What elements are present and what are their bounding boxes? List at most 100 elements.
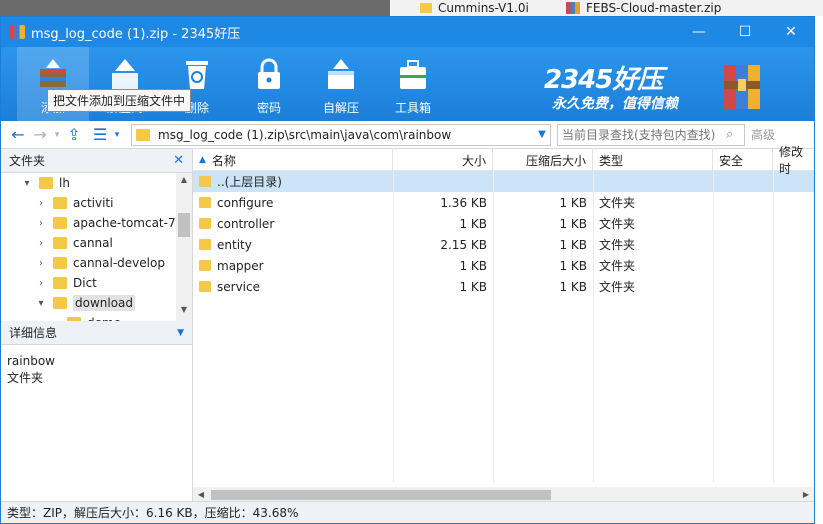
tree-item-label: cannal-develop: [73, 256, 165, 270]
forward-dropdown-icon[interactable]: ▾: [51, 124, 63, 146]
expand-icon[interactable]: ›: [35, 258, 47, 269]
tree-item-lh[interactable]: ▾ lh: [21, 173, 192, 193]
self-extract-button[interactable]: 自解压: [305, 47, 377, 121]
view-list-icon[interactable]: ☰: [89, 124, 111, 146]
title-bar[interactable]: msg_log_code (1).zip - 2345好压 — ☐ ✕: [1, 17, 814, 47]
cell-name: entity: [217, 237, 252, 252]
brand-name: 2345好压: [544, 65, 663, 95]
background-folder-label: Cummins-V1.0i: [438, 1, 529, 15]
toolbox-button[interactable]: 工具箱: [377, 47, 449, 121]
folder-icon: [420, 3, 432, 13]
minimize-button[interactable]: —: [676, 17, 722, 47]
expand-icon[interactable]: ›: [35, 198, 47, 209]
address-path: msg_log_code (1).zip\src\main\java\com\r…: [158, 127, 452, 142]
cell-name: configure: [217, 195, 274, 210]
tree-scrollbar-thumb[interactable]: [178, 213, 190, 237]
address-dropdown-icon[interactable]: ▼: [534, 129, 550, 140]
back-arrow-icon[interactable]: ←: [7, 124, 29, 146]
view-dropdown-icon[interactable]: ▾: [111, 124, 123, 146]
toolbox-label: 工具箱: [394, 101, 431, 115]
expand-icon[interactable]: ›: [35, 238, 47, 249]
folder-icon: [53, 277, 67, 289]
background-zip-item[interactable]: FEBS-Cloud-master.zip: [566, 0, 721, 16]
tree-item-download[interactable]: ▾ download: [35, 293, 192, 313]
brand-banner: 2345好压 永久免费，值得信赖: [544, 55, 764, 115]
table-row[interactable]: service 1 KB 1 KB 文件夹: [193, 276, 814, 297]
extract-to-icon: [108, 57, 142, 91]
add-tooltip: 把文件添加到压缩文件中: [47, 89, 192, 112]
column-modified[interactable]: 修改时: [773, 145, 813, 176]
self-extract-icon: [324, 57, 358, 91]
forward-arrow-icon[interactable]: →: [29, 124, 51, 146]
collapse-icon[interactable]: ▾: [21, 178, 33, 189]
tree-item-label: cannal: [73, 236, 113, 250]
tree-item-label: Dict: [73, 276, 97, 290]
folder-icon: [53, 237, 67, 249]
tree-item-demo[interactable]: › demo: [49, 313, 192, 321]
password-button[interactable]: 密码: [233, 47, 305, 121]
zip-archive-icon: [566, 2, 580, 14]
folder-icon: [53, 217, 67, 229]
tree-item-apache-tomcat[interactable]: › apache-tomcat-7.: [35, 213, 192, 233]
expand-icon[interactable]: ›: [35, 218, 47, 229]
column-name[interactable]: ▲ 名称: [193, 149, 393, 171]
cell-size: 1 KB: [459, 258, 487, 273]
horizontal-scrollbar-thumb[interactable]: [211, 490, 551, 500]
cell-type: 文件夹: [599, 259, 636, 273]
up-folder-icon[interactable]: ⇪: [63, 124, 85, 146]
cell-compressed-size: 1 KB: [559, 237, 587, 252]
column-name-label: 名称: [211, 153, 236, 168]
details-type: 文件夹: [7, 371, 44, 385]
tree-item-label: activiti: [73, 196, 114, 210]
table-row[interactable]: entity 2.15 KB 1 KB 文件夹: [193, 234, 814, 255]
folder-icon: [39, 177, 53, 189]
expand-icon[interactable]: ›: [35, 278, 47, 289]
close-button[interactable]: ✕: [768, 17, 814, 47]
tree-scrollbar[interactable]: ▲ ▼: [176, 173, 192, 321]
cell-size: 1.36 KB: [440, 195, 487, 210]
search-input[interactable]: [562, 127, 726, 142]
scroll-up-icon[interactable]: ▲: [176, 175, 192, 189]
cell-compressed-size: 1 KB: [559, 279, 587, 294]
cell-size: 2.15 KB: [440, 237, 487, 252]
column-size[interactable]: 大小: [393, 149, 493, 171]
tree-item-dict[interactable]: › Dict: [35, 273, 192, 293]
tree-item-label: lh: [59, 176, 70, 190]
table-row[interactable]: controller 1 KB 1 KB 文件夹: [193, 213, 814, 234]
scroll-down-icon[interactable]: ▼: [176, 305, 192, 319]
cell-size: 1 KB: [459, 216, 487, 231]
table-row[interactable]: configure 1.36 KB 1 KB 文件夹: [193, 192, 814, 213]
folder-tree: ▾ lh › activiti › apache-tomcat-7. › can…: [1, 173, 192, 321]
tree-item-cannal-develop[interactable]: › cannal-develop: [35, 253, 192, 273]
background-folder-item[interactable]: Cummins-V1.0i: [420, 0, 529, 16]
advanced-search-link[interactable]: 高级: [751, 126, 775, 143]
column-type[interactable]: 类型: [593, 149, 713, 171]
search-icon[interactable]: ⌕: [726, 127, 744, 142]
tree-item-cannal[interactable]: › cannal: [35, 233, 192, 253]
window-title: msg_log_code (1).zip - 2345好压: [31, 26, 241, 42]
column-compressed-size[interactable]: 压缩后大小: [493, 149, 593, 171]
parent-directory-row[interactable]: ..(上层目录): [193, 171, 814, 192]
tree-item-activiti[interactable]: › activiti: [35, 193, 192, 213]
collapse-icon[interactable]: ▾: [35, 298, 47, 309]
cell-name: controller: [217, 216, 275, 231]
close-panel-icon[interactable]: ✕: [173, 153, 184, 168]
brand-slogan: 永久免费，值得信赖: [552, 96, 678, 112]
folder-icon: [199, 260, 211, 271]
column-security[interactable]: 安全: [713, 149, 773, 171]
folder-icon: [199, 218, 211, 229]
folder-icon: [199, 239, 211, 250]
search-box[interactable]: ⌕: [557, 123, 745, 146]
tree-item-label: download: [73, 295, 136, 311]
cell-name: mapper: [217, 258, 264, 273]
expand-icon[interactable]: ›: [49, 318, 61, 322]
lock-icon: [252, 57, 286, 91]
file-list-pane: ▲ 名称 大小 压缩后大小 类型 安全 修改时 ..(上层目录) configu…: [193, 145, 814, 503]
table-row[interactable]: mapper 1 KB 1 KB 文件夹: [193, 255, 814, 276]
address-bar[interactable]: msg_log_code (1).zip\src\main\java\com\r…: [131, 123, 551, 146]
cell-compressed-size: 1 KB: [559, 258, 587, 273]
toolbox-icon: [396, 57, 430, 91]
folder-panel-title: 文件夹: [9, 154, 46, 168]
collapse-panel-icon[interactable]: ▼: [177, 328, 184, 338]
maximize-button[interactable]: ☐: [722, 17, 768, 47]
